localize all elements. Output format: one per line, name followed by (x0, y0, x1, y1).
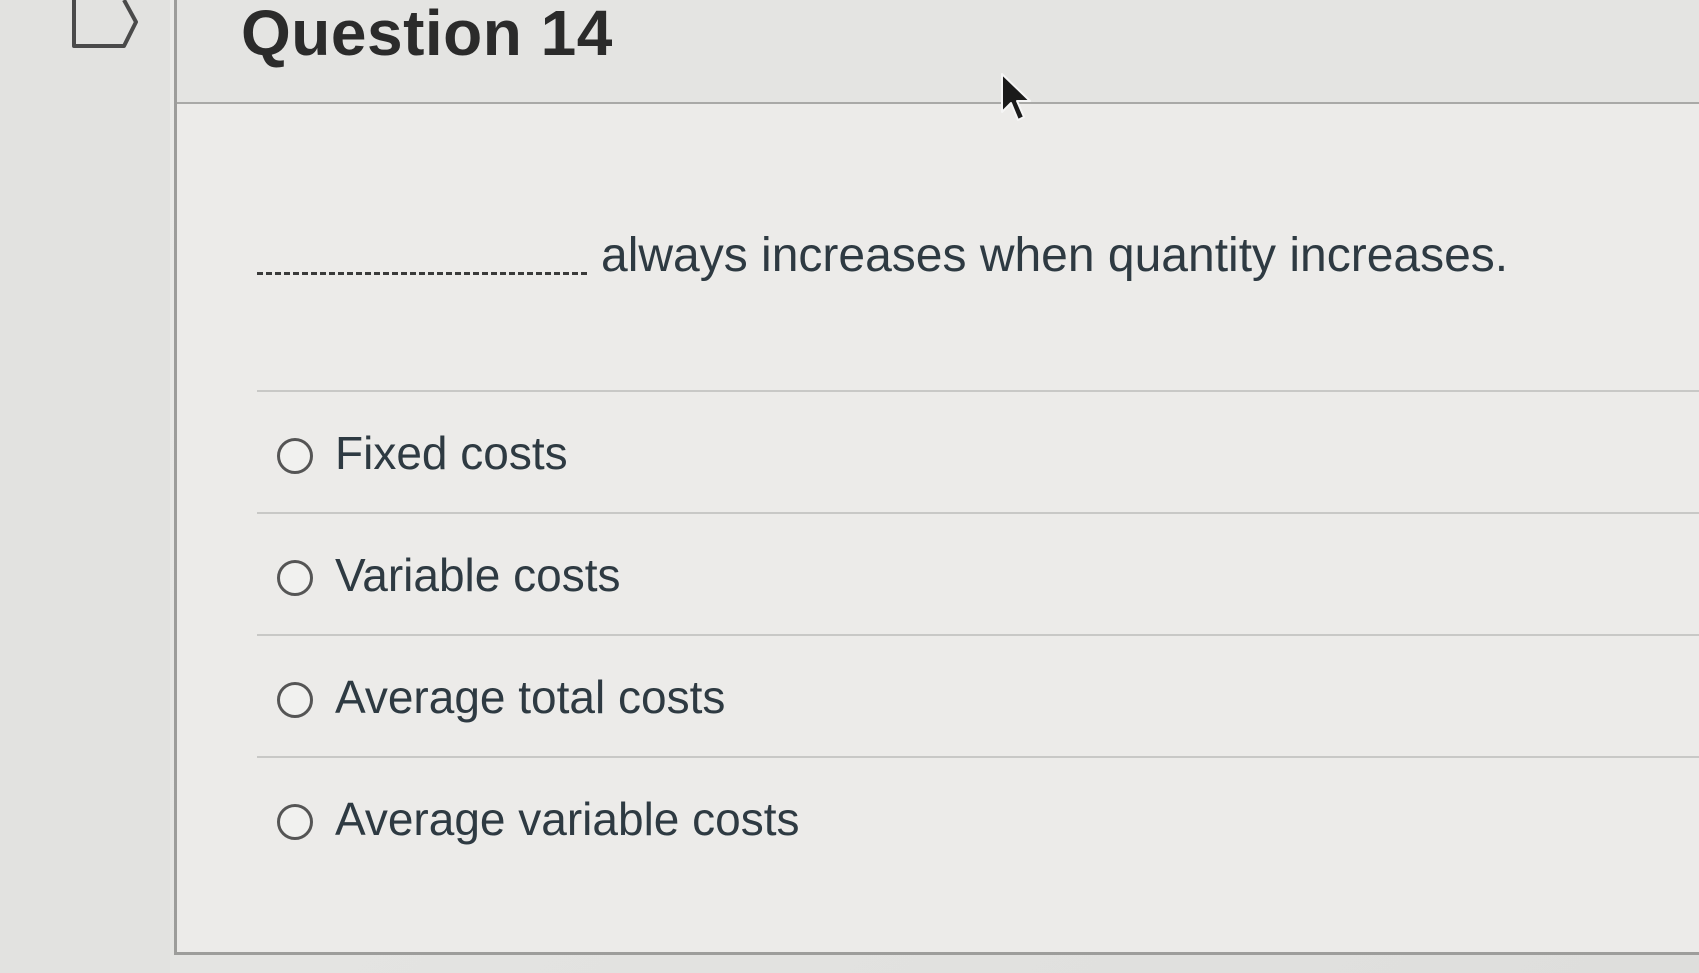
radio-button[interactable] (277, 438, 313, 474)
radio-button[interactable] (277, 682, 313, 718)
answer-option-average-total-costs[interactable]: Average total costs (257, 634, 1699, 756)
fill-in-blank (257, 272, 587, 275)
question-prompt: always increases when quantity increases… (601, 229, 1509, 282)
flag-question-icon[interactable] (70, 0, 140, 52)
answer-label[interactable]: Average variable costs (335, 792, 800, 846)
answer-option-fixed-costs[interactable]: Fixed costs (257, 390, 1699, 512)
page-background: Question 14 always increases when quanti… (0, 0, 1699, 973)
question-title: Question 14 (241, 0, 613, 69)
answer-list: Fixed costs Variable costs Average total… (257, 390, 1699, 878)
radio-button[interactable] (277, 804, 313, 840)
left-rail (0, 0, 170, 973)
question-card: Question 14 always increases when quanti… (174, 0, 1699, 955)
answer-option-average-variable-costs[interactable]: Average variable costs (257, 756, 1699, 878)
question-text: always increases when quantity increases… (257, 228, 1657, 283)
answer-label[interactable]: Variable costs (335, 548, 621, 602)
radio-button[interactable] (277, 560, 313, 596)
answer-label[interactable]: Fixed costs (335, 426, 568, 480)
answer-option-variable-costs[interactable]: Variable costs (257, 512, 1699, 634)
answer-label[interactable]: Average total costs (335, 670, 725, 724)
mouse-pointer-icon (1001, 73, 1031, 121)
question-header: Question 14 (177, 0, 1699, 104)
